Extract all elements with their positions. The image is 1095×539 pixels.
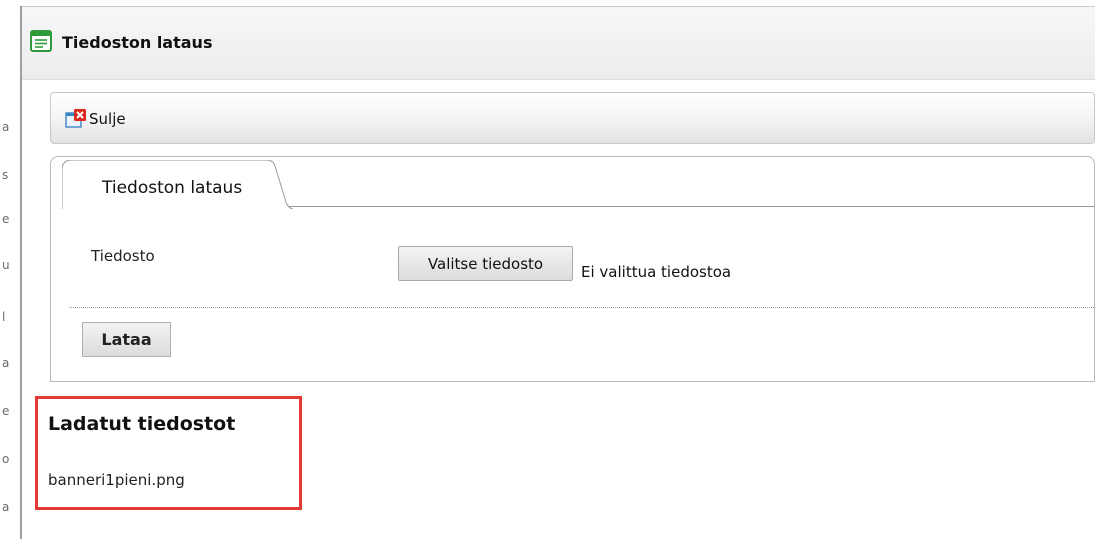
choose-file-button[interactable]: Valitse tiedosto [398, 246, 573, 281]
background-window-edge: a s e u l a e o a [0, 0, 12, 539]
uploaded-files-section: Ladatut tiedostot banneri1pieni.png [35, 396, 302, 510]
cropped-text-fragment: a [2, 120, 10, 134]
close-button-label: Sulje [89, 110, 126, 128]
cropped-text-fragment: s [2, 168, 9, 182]
cropped-text-fragment: o [2, 452, 10, 466]
cropped-text-fragment: e [2, 404, 10, 418]
tab-label: Tiedoston lataus [102, 178, 243, 198]
file-field-label: Tiedosto [91, 247, 155, 265]
window-title: Tiedoston lataus [62, 33, 213, 52]
tab-file-upload[interactable]: Tiedoston lataus [62, 160, 293, 209]
upload-button[interactable]: Lataa [82, 322, 171, 357]
cropped-text-fragment: u [2, 258, 10, 272]
upload-panel: Tiedoston lataus Tiedosto Valitse tiedos… [50, 156, 1095, 382]
tab-strip-baseline [281, 206, 1095, 207]
uploaded-files-heading: Ladatut tiedostot [48, 413, 236, 435]
close-button[interactable]: Sulje [65, 107, 126, 131]
no-file-selected-text: Ei valittua tiedostoa [581, 263, 732, 281]
form-window-icon [30, 30, 52, 52]
cropped-text-fragment: a [2, 500, 10, 514]
window-close-icon [65, 109, 86, 128]
file-upload-window: Tiedoston lataus Sulje Tiedoston lataus … [22, 6, 1095, 539]
window-titlebar: Tiedoston lataus [22, 6, 1095, 80]
cropped-text-fragment: e [2, 212, 10, 226]
cropped-text-fragment: l [2, 310, 6, 324]
form-divider [69, 307, 1095, 308]
cropped-text-fragment: a [2, 356, 10, 370]
toolbar: Sulje [50, 92, 1095, 144]
uploaded-file-item[interactable]: banneri1pieni.png [48, 471, 185, 489]
